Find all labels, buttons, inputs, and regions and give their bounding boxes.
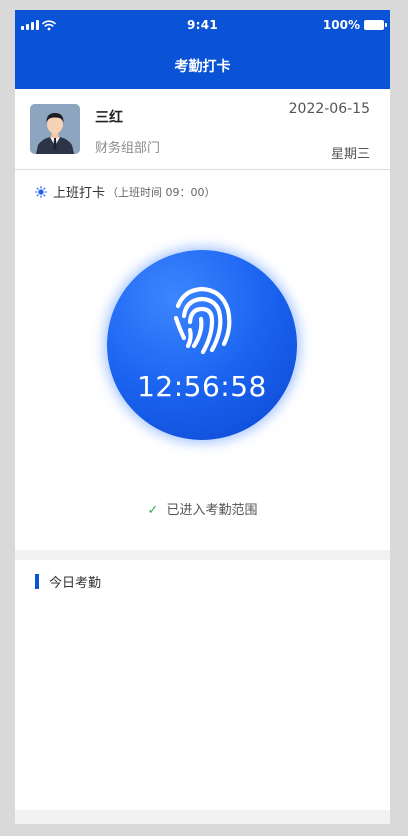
shift-info: 上班打卡 （上班时间 09：00） bbox=[35, 182, 216, 201]
current-date: 2022-06-15 bbox=[288, 101, 370, 117]
current-time: 12:56:58 bbox=[137, 370, 267, 403]
current-weekday: 星期三 bbox=[330, 147, 370, 162]
range-status-text: 已进入考勤范围 bbox=[166, 503, 258, 518]
user-name: 三红 bbox=[95, 110, 123, 126]
app-header: 9:41 100% 考勤打卡 bbox=[15, 10, 390, 89]
profile-card: 三红 财务组部门 2022-06-15 星期三 bbox=[15, 89, 390, 170]
page-title: 考勤打卡 bbox=[174, 59, 231, 75]
check-icon: ✓ bbox=[147, 503, 159, 518]
today-attendance-header: 今日考勤 bbox=[35, 572, 101, 591]
user-department: 财务组部门 bbox=[95, 141, 161, 156]
today-attendance-section: 今日考勤 bbox=[15, 560, 390, 810]
person-avatar-icon bbox=[30, 104, 80, 154]
status-bar: 9:41 100% bbox=[15, 10, 390, 40]
section-accent-bar bbox=[35, 574, 39, 589]
range-status: ✓ 已进入考勤范围 bbox=[15, 499, 390, 518]
clock-in-section: 上班打卡 （上班时间 09：00） 12:56:58 ✓ 已进入考勤范围 bbox=[15, 170, 390, 550]
today-attendance-title: 今日考勤 bbox=[49, 576, 102, 591]
fingerprint-icon bbox=[173, 286, 232, 355]
app-screen: 9:41 100% 考勤打卡 三红 财务组部门 2022-06-15 星期三 上… bbox=[15, 10, 390, 824]
avatar bbox=[30, 104, 80, 154]
shift-start-time: （上班时间 09：00） bbox=[107, 185, 216, 199]
sun-icon bbox=[35, 185, 47, 198]
shift-label: 上班打卡 bbox=[53, 186, 106, 201]
battery-icon bbox=[364, 20, 387, 30]
battery-percentage: 100% bbox=[322, 18, 360, 32]
punch-in-button[interactable]: 12:56:58 bbox=[107, 250, 297, 440]
